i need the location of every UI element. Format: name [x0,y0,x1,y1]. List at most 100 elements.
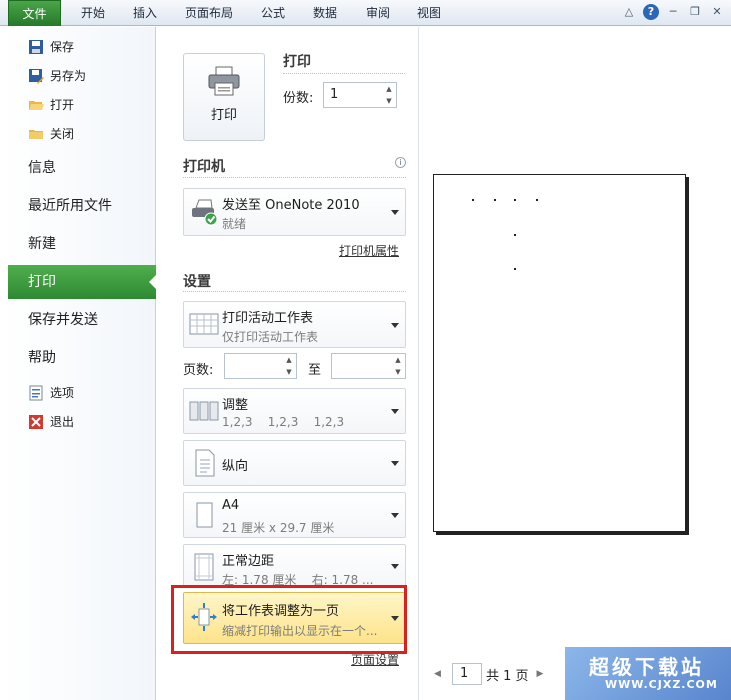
copies-stepper[interactable]: 1 ▲ ▼ [323,82,397,108]
chevron-down-icon [391,564,399,569]
paper-title: A4 [222,498,240,513]
printer-status: 就绪 [222,217,247,231]
page-mark [514,268,516,270]
current-page-input[interactable]: 1 [452,663,482,685]
nav-help[interactable]: 帮助 [0,341,156,375]
backstage-nav: 保存 另存为 打开 关闭 信息 最近所用文件 新建 打印 保存并发送 帮助 选项… [0,27,157,700]
copies-spin-arrows[interactable]: ▲ ▼ [382,83,396,107]
restore-icon[interactable]: ❐ [687,4,703,20]
pages-from-field[interactable]: ▲ ▼ [224,353,297,379]
save-command[interactable]: 保存 [28,37,74,57]
pages-from-spin-arrows[interactable]: ▲ ▼ [282,354,296,378]
collate-title: 调整 [222,398,249,413]
open-folder-icon [28,97,44,113]
tab-home[interactable]: 开始 [81,0,105,26]
tab-formulas[interactable]: 公式 [261,0,285,26]
close-label: 关闭 [50,127,75,141]
chevron-down-icon [391,409,399,414]
to-label: 至 [308,363,322,378]
collate-sub: 1,2,3 1,2,3 1,2,3 [222,415,345,429]
previous-page-icon[interactable]: ◀ [434,669,448,679]
exit-icon [28,414,44,430]
margins-icon [194,553,214,581]
options-label: 选项 [50,386,75,400]
save-as-command[interactable]: 另存为 [28,66,86,86]
print-what-dropdown[interactable]: 打印活动工作表 仅打印活动工作表 [183,301,406,348]
watermark-title: 超级下载站 [589,655,704,679]
printer-properties-link[interactable]: 打印机属性 [339,242,399,259]
pages-label: 页数: [183,363,214,378]
window-controls: △ ? ─ ❐ ✕ [621,4,725,20]
worksheet-icon [189,313,219,335]
page-mark [472,199,474,201]
paper-sub: 21 厘米 x 29.7 厘米 [222,521,335,535]
nav-save-send[interactable]: 保存并发送 [0,303,156,337]
printer-ready-icon [192,199,218,226]
ribbon-collapse-icon[interactable]: △ [621,4,637,20]
save-icon [28,39,44,55]
close-icon[interactable]: ✕ [709,4,725,20]
highlight-annotation [171,585,407,654]
chevron-down-icon [391,513,399,518]
chevron-down-icon [391,322,399,328]
info-icon[interactable]: i [395,157,406,168]
print-button[interactable]: 打印 [183,53,265,141]
total-pages-label: 共 1 页 [486,668,529,684]
margins-title: 正常边距 [222,554,275,569]
tab-insert[interactable]: 插入 [133,0,157,26]
ribbon-tabs: 文件 开始 插入 页面布局 公式 数据 审阅 视图 △ ? ─ ❐ ✕ [0,0,731,26]
open-command[interactable]: 打开 [28,95,74,115]
close-command[interactable]: 关闭 [28,124,74,144]
preview-page [433,174,686,532]
save-label: 保存 [50,40,75,54]
watermark-url: WWW.CJXZ.COM [605,678,718,691]
printer-section-title: 打印机 [183,159,225,175]
tab-review[interactable]: 审阅 [366,0,390,26]
settings-section-title: 设置 [183,274,211,290]
copies-label: 份数: [283,91,314,106]
nav-new[interactable]: 新建 [0,227,156,261]
portrait-icon [195,449,215,477]
tab-page-layout[interactable]: 页面布局 [185,0,233,26]
open-label: 打开 [50,98,75,112]
print-section-title: 打印 [283,54,311,70]
page-mark [494,199,496,201]
tab-data[interactable]: 数据 [313,0,337,26]
exit-command[interactable]: 退出 [28,412,74,432]
print-button-label: 打印 [210,108,237,123]
nav-info[interactable]: 信息 [0,151,156,185]
tab-file[interactable]: 文件 [8,0,61,26]
save-as-icon [28,68,44,84]
nav-print[interactable]: 打印 [8,265,157,299]
help-icon[interactable]: ? [643,4,659,20]
paper-icon [196,502,213,528]
nav-recent[interactable]: 最近所用文件 [0,189,156,223]
page-mark [536,199,538,201]
orientation-title: 纵向 [222,459,249,474]
print-what-title: 打印活动工作表 [222,311,314,326]
orientation-dropdown[interactable]: 纵向 [183,440,406,486]
page-mark [514,234,516,236]
margins-dropdown[interactable]: 正常边距 左: 1.78 厘米 右: 1.78 ... [183,544,406,588]
pages-to-spin-arrows[interactable]: ▲ ▼ [391,354,405,378]
paper-size-dropdown[interactable]: A4 21 厘米 x 29.7 厘米 [183,492,406,538]
options-icon [28,385,44,401]
close-folder-icon [28,126,44,142]
printer-dropdown[interactable]: 发送至 OneNote 2010 就绪 [183,188,406,236]
options-command[interactable]: 选项 [28,383,74,403]
minimize-icon[interactable]: ─ [665,4,681,20]
tab-view[interactable]: 视图 [417,0,441,26]
next-page-icon[interactable]: ▶ [537,669,551,679]
printer-name: 发送至 OneNote 2010 [222,198,360,213]
page-mark [514,199,516,201]
divider [283,73,405,74]
page-navigator: ◀ 1 共 1 页 ▶ [434,663,551,685]
pages-to-field[interactable]: ▲ ▼ [331,353,406,379]
collate-dropdown[interactable]: 调整 1,2,3 1,2,3 1,2,3 [183,388,406,434]
divider [183,177,406,178]
save-as-label: 另存为 [50,69,87,83]
exit-label: 退出 [50,415,75,429]
chevron-down-icon [391,210,399,215]
watermark: 超级下载站 WWW.CJXZ.COM [565,647,731,700]
chevron-down-icon [391,461,399,466]
